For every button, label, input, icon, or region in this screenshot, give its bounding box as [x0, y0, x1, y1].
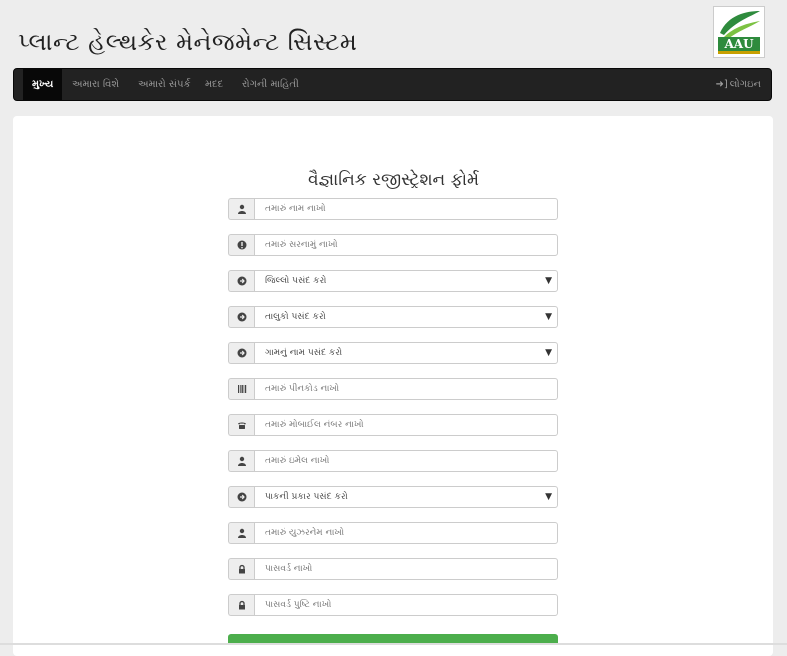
taluka-select[interactable]: તાલુકો પસંદ કરો ▼: [254, 306, 558, 328]
village-select-value: ગામનું નામ પસંદ કરો: [265, 348, 343, 358]
village-select[interactable]: ગામનું નામ પસંદ કરો ▼: [254, 342, 558, 364]
taluka-select-field: તાલુકો પસંદ કરો ▼: [228, 306, 558, 328]
login-link[interactable]: ➜] લોગઇન: [715, 69, 761, 100]
confirm-password-field: પાસવર્ડ પુષ્ટિ નાખો: [228, 594, 558, 616]
mobile-input[interactable]: તમારું મોબાઈલ નંબર નાખો: [254, 414, 558, 436]
nav-item-home[interactable]: મુખ્ય: [23, 69, 63, 100]
pincode-input[interactable]: તમારું પીનકોડ નાખો: [254, 378, 558, 400]
taluka-select-value: તાલુકો પસંદ કરો: [265, 312, 326, 322]
mobile-field: તમારું મોબાઈલ નંબર નાખો: [228, 414, 558, 436]
main-navbar: મુખ્ય અમારા વિશે અમારો સંપર્ક મદદ રોગની …: [13, 68, 772, 101]
name-input[interactable]: તમારું નામ નાખો: [254, 198, 558, 220]
password-field: પાસવર્ડ નાખો: [228, 558, 558, 580]
crop-type-select-value: પાકની પ્રકાર પસંદ કરો: [265, 492, 348, 502]
name-field: તમારું નામ નાખો: [228, 198, 558, 220]
email-field: તમારું ઇમેલ નાખો: [228, 450, 558, 472]
username-input[interactable]: તમારું યુઝરનેમ નાખો: [254, 522, 558, 544]
address-input[interactable]: તમારું સરનામું નાખો: [254, 234, 558, 256]
district-select[interactable]: જિલ્લો પસંદ કરો ▼: [254, 270, 558, 292]
site-header: પ્લાન્ટ હેલ્થકેર મેનેજમેન્ટ સિસ્ટમ AAU: [0, 0, 787, 68]
email-input[interactable]: તમારું ઇમેલ નાખો: [254, 450, 558, 472]
phone-icon: [228, 414, 254, 436]
chevron-down-icon: ▼: [545, 492, 552, 502]
login-icon: ➜]: [715, 79, 728, 90]
lock-icon: [228, 594, 254, 616]
circle-arrow-icon: [228, 270, 254, 292]
login-label: લોગઇન: [729, 79, 761, 90]
username-field: તમારું યુઝરનેમ નાખો: [228, 522, 558, 544]
info-icon: [228, 234, 254, 256]
district-select-field: જિલ્લો પસંદ કરો ▼: [228, 270, 558, 292]
confirm-password-input[interactable]: પાસવર્ડ પુષ્ટિ નાખો: [254, 594, 558, 616]
chevron-down-icon: ▼: [545, 348, 552, 358]
crop-type-select[interactable]: પાકની પ્રકાર પસંદ કરો ▼: [254, 486, 558, 508]
address-field: તમારું સરનામું નાખો: [228, 234, 558, 256]
aau-logo[interactable]: AAU: [713, 6, 765, 58]
lock-icon: [228, 558, 254, 580]
crop-type-select-field: પાકની પ્રકાર પસંદ કરો ▼: [228, 486, 558, 508]
chevron-down-icon: ▼: [545, 276, 552, 286]
district-select-value: જિલ્લો પસંદ કરો: [265, 276, 327, 286]
password-input[interactable]: પાસવર્ડ નાખો: [254, 558, 558, 580]
site-title: પ્લાન્ટ હેલ્થકેર મેનેજમેન્ટ સિસ્ટમ: [18, 28, 358, 56]
pincode-field: તમારું પીનકોડ નાખો: [228, 378, 558, 400]
barcode-icon: [228, 378, 254, 400]
nav-item-about[interactable]: અમારા વિશે: [72, 69, 119, 100]
circle-arrow-icon: [228, 486, 254, 508]
user-icon: [228, 198, 254, 220]
nav-item-disease-info[interactable]: રોગની માહિતી: [242, 69, 299, 100]
logo-text: AAU: [718, 37, 760, 51]
nav-item-help[interactable]: મદદ: [205, 69, 223, 100]
user-icon: [228, 450, 254, 472]
form-title: વૈજ્ઞાનિક રજીસ્ટ્રેશન ફોર્મ: [307, 170, 480, 190]
chevron-down-icon: ▼: [545, 312, 552, 322]
user-icon: [228, 522, 254, 544]
village-select-field: ગામનું નામ પસંદ કરો ▼: [228, 342, 558, 364]
circle-arrow-icon: [228, 342, 254, 364]
circle-arrow-icon: [228, 306, 254, 328]
nav-item-contact[interactable]: અમારો સંપર્ક: [138, 69, 191, 100]
